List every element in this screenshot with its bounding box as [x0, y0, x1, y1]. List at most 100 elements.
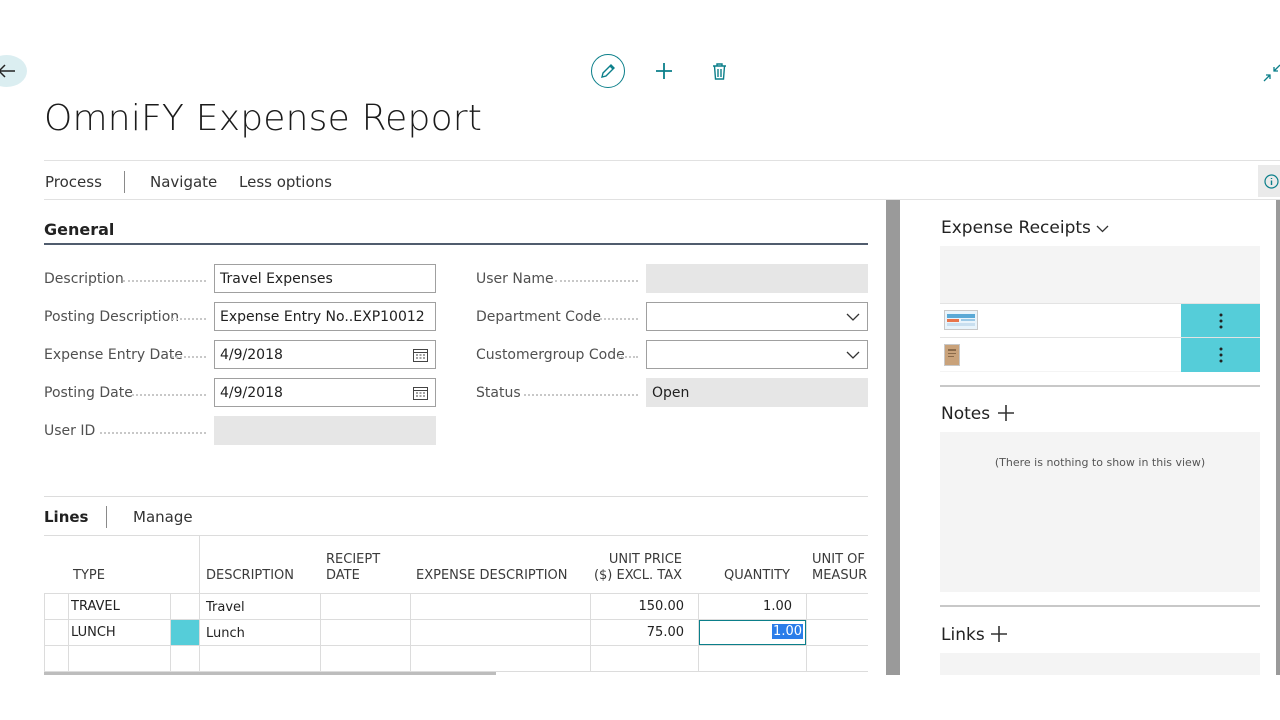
cell-type[interactable]: TRAVEL: [71, 599, 120, 614]
cell-unit-price[interactable]: 75.00: [594, 625, 684, 640]
add-link-button[interactable]: [990, 625, 1010, 645]
header-text: ($) EXCL. TAX: [593, 568, 682, 583]
row-divider: [44, 645, 868, 646]
column-header-receipt-date[interactable]: RECIEPT DATE: [326, 552, 380, 584]
new-button[interactable]: [652, 59, 676, 83]
status-value: Open: [652, 385, 690, 401]
more-vertical-icon: [1219, 313, 1222, 329]
customergroup-code-label: Customergroup Code: [476, 347, 625, 363]
posting-date-value: 4/9/2018: [220, 385, 283, 401]
posting-description-value: Expense Entry No..EXP10012: [220, 309, 425, 325]
column-divider: [44, 593, 45, 672]
column-header-quantity[interactable]: QUANTITY: [704, 568, 790, 584]
list-item[interactable]: [940, 303, 1260, 338]
lines-grid: TYPE DESCRIPTION RECIEPT DATE EXPENSE DES…: [44, 536, 868, 672]
user-name-label: User Name: [476, 271, 554, 287]
page-title: OmniFY Expense Report: [44, 98, 483, 139]
posting-description-field[interactable]: Expense Entry No..EXP10012: [214, 302, 436, 331]
vertical-scrollbar[interactable]: [1276, 200, 1280, 675]
quantity-input[interactable]: 1.00: [699, 620, 806, 645]
department-code-dropdown[interactable]: [646, 302, 868, 331]
posting-date-label: Posting Date: [44, 385, 133, 401]
row-menu-button[interactable]: [171, 620, 199, 645]
navigate-menu[interactable]: Navigate: [150, 173, 217, 191]
back-button[interactable]: [0, 55, 27, 87]
process-menu[interactable]: Process: [45, 173, 102, 191]
column-header-type[interactable]: TYPE: [73, 568, 105, 584]
action-bar: Process Navigate Less options: [44, 160, 1280, 200]
header-text: RECIEPT: [326, 552, 381, 567]
posting-date-field[interactable]: 4/9/2018: [214, 378, 436, 407]
row-divider: [44, 593, 868, 594]
column-divider: [590, 593, 591, 672]
user-name-field: [646, 264, 868, 293]
add-note-button[interactable]: [997, 404, 1017, 424]
links-title: Links: [941, 625, 985, 645]
department-code-label: Department Code: [476, 309, 602, 325]
notes-panel: (There is nothing to show in this view): [940, 432, 1260, 592]
horizontal-scrollbar[interactable]: [44, 672, 496, 675]
list-item[interactable]: [940, 337, 1260, 372]
more-vertical-icon: [1219, 347, 1222, 363]
cell-quantity[interactable]: 1.00: [704, 599, 792, 614]
label-leader: [172, 356, 206, 358]
expense-entry-date-label: Expense Entry Date: [44, 347, 184, 363]
column-divider: [320, 593, 321, 672]
quantity-selected-text: 1.00: [772, 624, 803, 639]
expense-entry-date-field[interactable]: 4/9/2018: [214, 340, 436, 369]
row-menu-button[interactable]: [1181, 338, 1260, 372]
chevron-down-icon: [1096, 225, 1109, 233]
cell-description[interactable]: Lunch: [206, 626, 245, 641]
header-text: MEASUR: [812, 568, 868, 583]
column-header-unit-price[interactable]: UNIT PRICE ($) EXCL. TAX: [590, 552, 682, 584]
expense-receipts-list: [940, 246, 1260, 372]
receipt-thumbnail[interactable]: [944, 344, 960, 366]
arrow-left-icon: [0, 64, 15, 78]
divider: [106, 506, 107, 528]
label-leader: [123, 280, 206, 282]
column-divider: [806, 593, 807, 672]
cell-description[interactable]: Travel: [206, 600, 245, 615]
column-header-expense-description[interactable]: EXPENSE DESCRIPTION: [416, 568, 568, 584]
column-divider: [68, 593, 69, 672]
cell-unit-price[interactable]: 150.00: [594, 599, 685, 614]
calendar-icon[interactable]: [413, 386, 428, 404]
divider: [940, 605, 1260, 607]
expense-receipts-label: Expense Receipts: [941, 218, 1091, 238]
label-leader: [618, 356, 638, 358]
receipt-thumbnail[interactable]: [944, 310, 978, 330]
delete-button[interactable]: [708, 59, 730, 83]
empty-state-text: (There is nothing to show in this view): [994, 456, 1206, 469]
cell-type[interactable]: LUNCH: [71, 625, 116, 640]
plus-icon: [998, 405, 1014, 421]
label-leader: [595, 318, 638, 320]
header-text: DATE: [326, 568, 360, 583]
collapse-icon[interactable]: [1263, 64, 1280, 84]
user-id-label: User ID: [44, 423, 96, 439]
description-field[interactable]: Travel Expenses: [214, 264, 436, 293]
customergroup-code-dropdown[interactable]: [646, 340, 868, 369]
less-options-button[interactable]: Less options: [239, 173, 332, 191]
divider: [940, 385, 1260, 387]
column-divider: [199, 536, 200, 672]
expense-receipts-title[interactable]: Expense Receipts: [941, 218, 1109, 238]
trash-icon: [712, 62, 726, 80]
label-leader: [100, 432, 206, 434]
divider: [44, 496, 868, 497]
info-pane-toggle[interactable]: [1258, 165, 1280, 197]
column-header-unit-of-measure[interactable]: UNIT OF MEASUR: [812, 552, 867, 584]
manage-menu[interactable]: Manage: [133, 508, 193, 526]
general-section-title[interactable]: General: [44, 220, 114, 239]
edit-button[interactable]: [591, 54, 625, 88]
label-leader: [524, 394, 638, 396]
plus-icon: [991, 626, 1007, 642]
calendar-icon[interactable]: [413, 348, 428, 366]
factbox-splitter[interactable]: [886, 200, 900, 675]
lines-section-title[interactable]: Lines: [44, 508, 88, 526]
divider: [124, 171, 125, 193]
column-header-description[interactable]: DESCRIPTION: [206, 568, 294, 584]
status-field: Open: [646, 378, 868, 407]
posting-description-label: Posting Description: [44, 309, 180, 325]
row-menu-button[interactable]: [1181, 304, 1260, 338]
header-text: UNIT OF: [812, 552, 865, 567]
